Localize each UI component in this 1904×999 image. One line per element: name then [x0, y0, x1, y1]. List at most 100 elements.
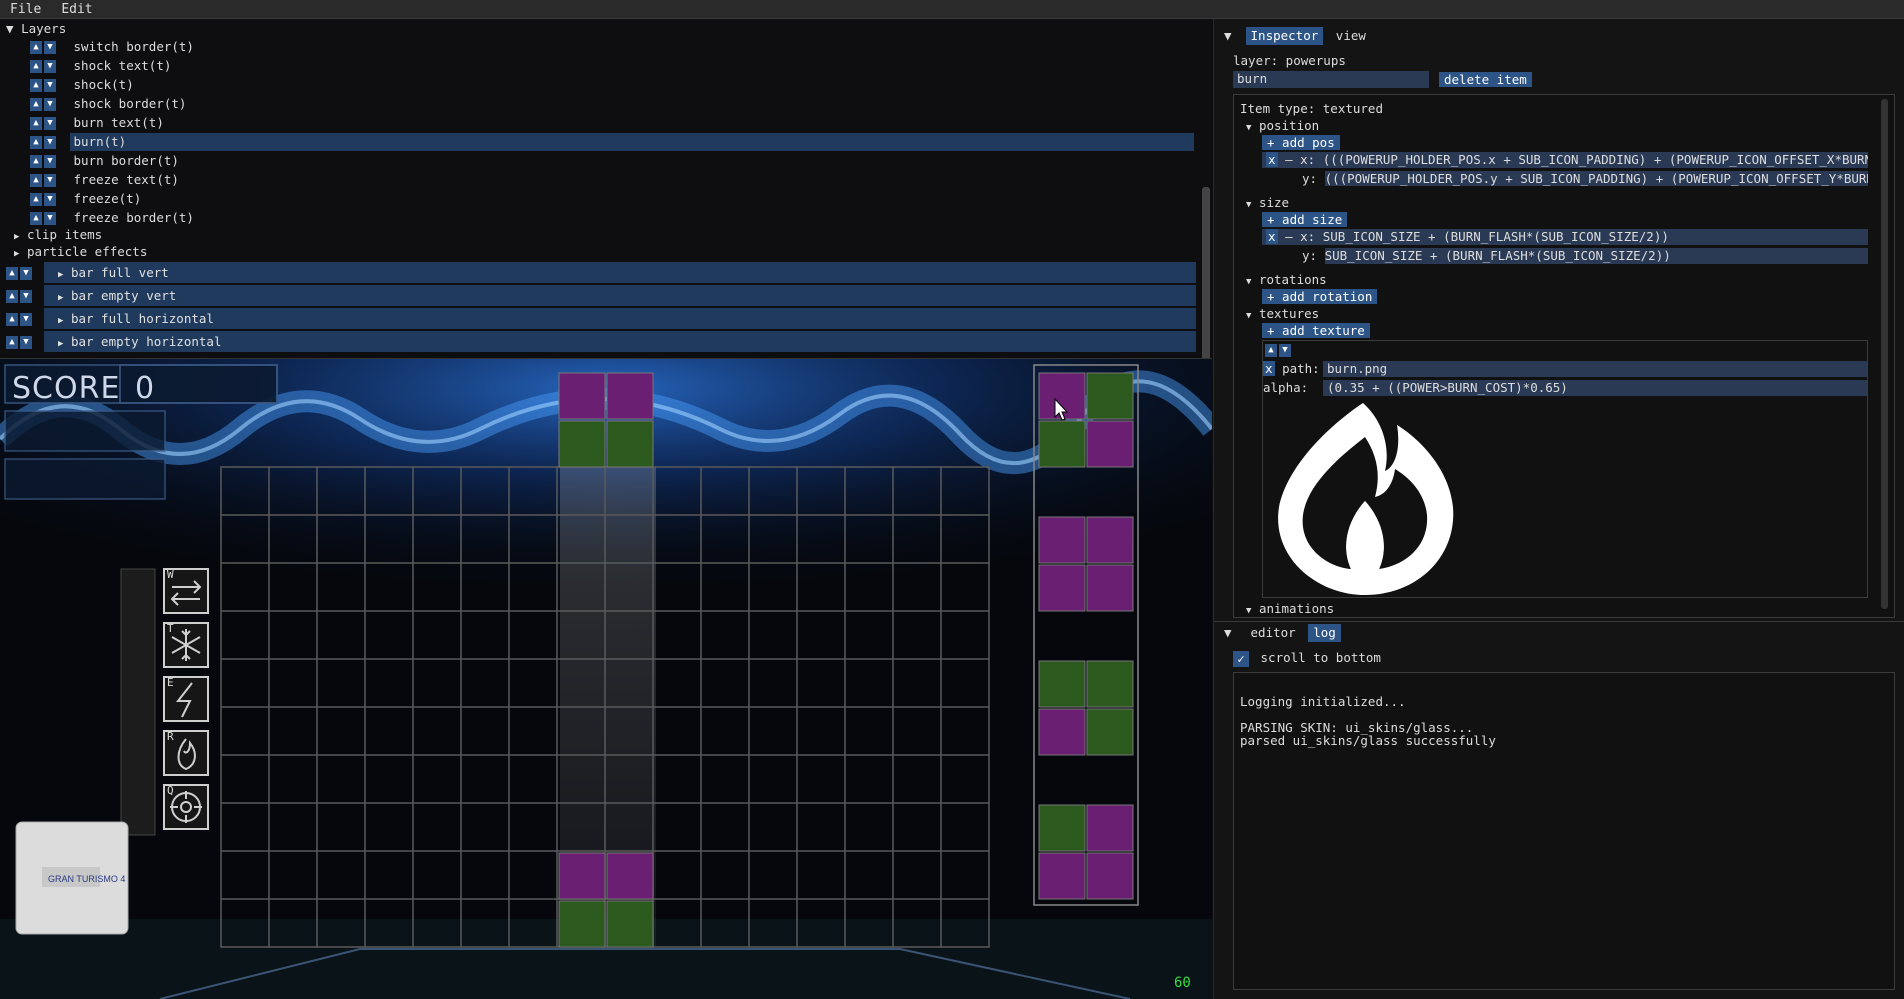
group-clip-items[interactable]: ▶ clip items: [14, 226, 102, 244]
move-down-icon[interactable]: ▼: [20, 336, 32, 349]
move-up-icon[interactable]: ▲: [30, 212, 42, 225]
bar-layer-row[interactable]: ▲ ▼ ▶ bar empty vert: [6, 285, 1196, 306]
layer-item-label: freeze border(t): [73, 210, 194, 225]
tab-view[interactable]: view: [1331, 27, 1371, 45]
layer-item[interactable]: ▲ ▼ switch border(t): [30, 38, 1196, 56]
inspector-scrollbar[interactable]: [1881, 99, 1888, 609]
group-label: particle effects: [26, 244, 148, 259]
item-name-input[interactable]: burn: [1233, 71, 1429, 88]
move-up-icon[interactable]: ▲: [30, 117, 42, 130]
collapse-triangle-icon: ▼: [6, 21, 14, 36]
texture-path-input[interactable]: burn.png: [1323, 361, 1867, 377]
texture-path-row: x path:: [1263, 361, 1320, 376]
add-pos-button[interactable]: + add pos: [1262, 135, 1340, 150]
tab-editor[interactable]: editor: [1246, 624, 1301, 642]
layer-item-label: switch border(t): [73, 39, 194, 54]
layer-item[interactable]: ▲ ▼ shock border(t): [30, 95, 1196, 113]
delete-item-button[interactable]: delete item: [1439, 72, 1532, 87]
move-down-icon[interactable]: ▼: [44, 98, 56, 111]
move-up-icon[interactable]: ▲: [30, 193, 42, 206]
tab-inspector[interactable]: Inspector: [1245, 27, 1324, 45]
move-up-icon[interactable]: ▲: [30, 98, 42, 111]
bar-layer-row[interactable]: ▲ ▼ ▶ bar empty horizontal: [6, 331, 1196, 352]
bar-layer-row[interactable]: ▲ ▼ ▶ bar full horizontal: [6, 308, 1196, 329]
checkbox-checked-icon[interactable]: ✓: [1233, 650, 1249, 667]
move-up-icon[interactable]: ▲: [30, 174, 42, 187]
log-tabbar: ▼ editor log: [1224, 624, 1341, 642]
bar-layer-row[interactable]: ▲ ▼ ▶ bar full vert: [6, 262, 1196, 283]
position-x-value: (((POWERUP_HOLDER_POS.x + SUB_ICON_PADDI…: [1322, 152, 1868, 167]
move-up-icon[interactable]: ▲: [30, 155, 42, 168]
position-x-field[interactable]: x – x: (((POWERUP_HOLDER_POS.x + SUB_ICO…: [1262, 152, 1868, 168]
collapse-icon[interactable]: ▼: [1224, 625, 1238, 640]
move-down-icon[interactable]: ▼: [44, 174, 56, 187]
expand-triangle-icon: ▼: [1246, 606, 1252, 616]
move-up-icon[interactable]: ▲: [30, 41, 42, 54]
section-animations[interactable]: ▼ animations: [1246, 601, 1334, 616]
move-up-icon[interactable]: ▲: [30, 79, 42, 92]
size-x-field[interactable]: x – x: SUB_ICON_SIZE + (BURN_FLASH*(SUB_…: [1262, 229, 1868, 245]
game-viewport[interactable]: GRAN TURISMO 4 SCORE 0 W T E R Q 60: [0, 359, 1212, 999]
move-down-icon[interactable]: ▼: [44, 60, 56, 73]
remove-icon[interactable]: x: [1266, 229, 1278, 244]
move-down-icon[interactable]: ▼: [20, 290, 32, 303]
move-up-icon[interactable]: ▲: [30, 60, 42, 73]
panel-divider: [1214, 621, 1904, 622]
move-down-icon[interactable]: ▼: [44, 136, 56, 149]
layer-item[interactable]: ▲ ▼ freeze text(t): [30, 171, 1196, 189]
layer-item-selected[interactable]: ▲ ▼ burn(t): [30, 133, 1196, 151]
add-rotation-button[interactable]: + add rotation: [1262, 289, 1378, 304]
remove-icon[interactable]: x: [1266, 152, 1278, 167]
move-down-icon[interactable]: ▼: [44, 155, 56, 168]
move-down-icon[interactable]: ▼: [20, 313, 32, 326]
expand-triangle-icon: ▶: [58, 270, 64, 280]
move-up-icon[interactable]: ▲: [6, 313, 18, 326]
tab-log[interactable]: log: [1308, 624, 1341, 642]
add-texture-button[interactable]: + add texture: [1262, 323, 1370, 338]
layer-item[interactable]: ▲ ▼ shock text(t): [30, 57, 1196, 75]
power-key-r: R: [167, 730, 174, 743]
size-y-value[interactable]: SUB_ICON_SIZE + (BURN_FLASH*(SUB_ICON_SI…: [1324, 248, 1868, 264]
move-up-icon[interactable]: ▲: [6, 336, 18, 349]
layer-item[interactable]: ▲ ▼ freeze border(t): [30, 209, 1196, 227]
move-down-icon[interactable]: ▼: [1279, 344, 1291, 357]
group-particle-effects[interactable]: ▶ particle effects: [14, 243, 147, 261]
expand-triangle-icon: ▶: [58, 339, 64, 349]
scroll-to-bottom-toggle[interactable]: ✓ scroll to bottom: [1233, 650, 1381, 667]
layer-item-label: freeze text(t): [73, 172, 179, 187]
move-up-icon[interactable]: ▲: [1265, 344, 1277, 357]
move-up-icon[interactable]: ▲: [6, 267, 18, 280]
layer-item-label: freeze(t): [73, 191, 142, 206]
section-label: textures: [1258, 306, 1320, 321]
add-size-button[interactable]: + add size: [1262, 212, 1348, 227]
alpha-input[interactable]: (0.35 + ((POWER>BURN_COST)*0.65): [1323, 380, 1867, 396]
move-down-icon[interactable]: ▼: [44, 212, 56, 225]
minus-icon[interactable]: –: [1285, 152, 1293, 167]
section-size[interactable]: ▼ size: [1246, 195, 1289, 210]
layers-scrollbar[interactable]: [1202, 187, 1210, 358]
minus-icon[interactable]: –: [1285, 229, 1293, 244]
move-down-icon[interactable]: ▼: [44, 41, 56, 54]
collapse-icon[interactable]: ▼: [1224, 28, 1238, 43]
menu-edit[interactable]: Edit: [51, 0, 102, 18]
move-down-icon[interactable]: ▼: [20, 267, 32, 280]
right-panel: ▼ Inspector view layer: powerups burn de…: [1213, 19, 1904, 999]
layer-item[interactable]: ▲ ▼ freeze(t): [30, 190, 1196, 208]
layer-item[interactable]: ▲ ▼ burn text(t): [30, 114, 1196, 132]
menu-file[interactable]: File: [0, 0, 51, 18]
remove-icon[interactable]: x: [1263, 361, 1275, 376]
move-down-icon[interactable]: ▼: [44, 193, 56, 206]
move-up-icon[interactable]: ▲: [30, 136, 42, 149]
move-down-icon[interactable]: ▼: [44, 117, 56, 130]
svg-text:GRAN TURISMO 4: GRAN TURISMO 4: [48, 874, 125, 884]
layers-header[interactable]: ▼ Layers: [6, 20, 66, 38]
section-textures[interactable]: ▼ textures: [1246, 306, 1319, 321]
section-position[interactable]: ▼ position: [1246, 118, 1319, 133]
layer-item[interactable]: ▲ ▼ burn border(t): [30, 152, 1196, 170]
layers-header-label: Layers: [21, 21, 67, 36]
move-up-icon[interactable]: ▲: [6, 290, 18, 303]
position-y-value[interactable]: (((POWERUP_HOLDER_POS.y + SUB_ICON_PADDI…: [1324, 171, 1868, 186]
move-down-icon[interactable]: ▼: [44, 79, 56, 92]
layer-item[interactable]: ▲ ▼ shock(t): [30, 76, 1196, 94]
section-rotations[interactable]: ▼ rotations: [1246, 272, 1327, 287]
